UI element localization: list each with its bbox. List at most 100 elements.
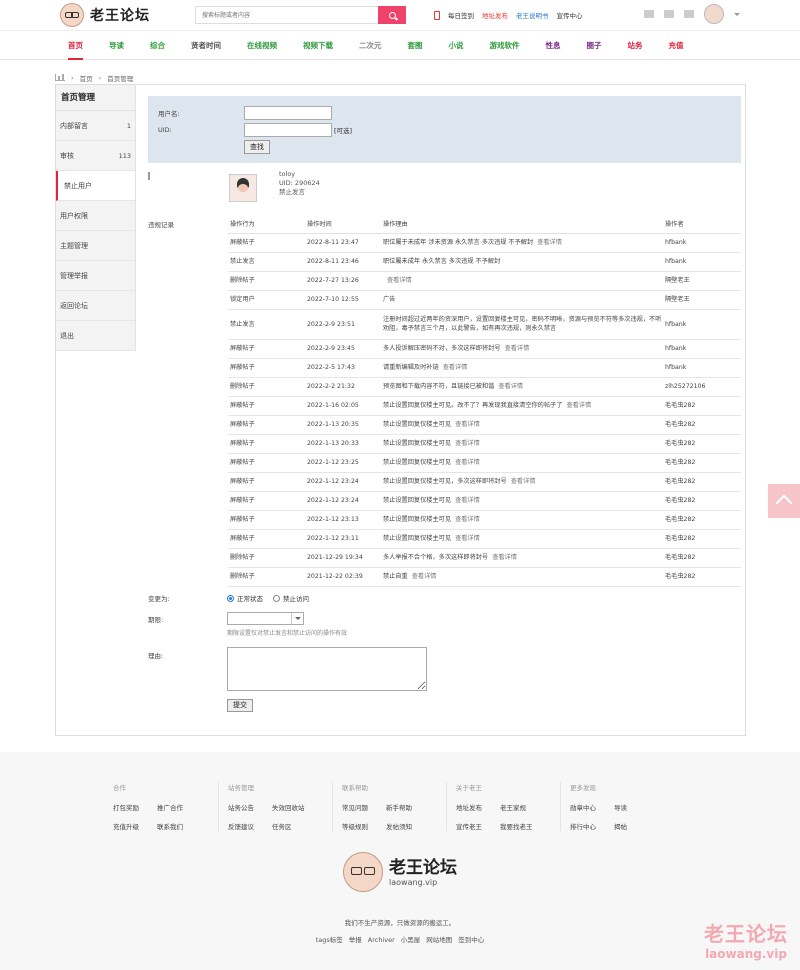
nav-item[interactable]: 小说: [449, 31, 464, 60]
sidebar-item[interactable]: 审核 113: [56, 141, 135, 171]
footer-bottom-link[interactable]: 举报: [349, 936, 362, 944]
breadcrumb-home[interactable]: 首页: [80, 73, 93, 83]
footer-link[interactable]: 发帖须知: [386, 821, 436, 831]
radio-unchecked-icon[interactable]: [273, 595, 280, 602]
breadcrumb-current[interactable]: 首页管理: [107, 73, 133, 83]
table-row: 锁定用户 2022-7-10 12:55 广告 隔壁老王: [228, 290, 741, 310]
nav-item[interactable]: 贤者时间: [191, 31, 221, 60]
nav-item[interactable]: 导读: [109, 31, 124, 60]
footer-link[interactable]: 充值升级: [113, 821, 157, 831]
footer-link[interactable]: 常见问题: [342, 802, 386, 812]
nav-item[interactable]: 圈子: [587, 31, 602, 60]
site-logo[interactable]: 老王论坛: [60, 3, 195, 27]
avatar[interactable]: [704, 4, 724, 24]
footer-link[interactable]: 新手帮助: [386, 802, 436, 812]
view-detail-link[interactable]: 查看详情: [566, 402, 591, 409]
footer-link[interactable]: 推广合作: [157, 802, 207, 812]
record-action: 屏蔽帖子: [228, 233, 305, 253]
nav-item[interactable]: 在线视频: [247, 31, 277, 60]
footer-link[interactable]: 我要找老王: [500, 821, 550, 831]
nav-item[interactable]: 首页: [68, 31, 83, 60]
nav-item[interactable]: 综合: [150, 31, 165, 60]
footer-bottom-link[interactable]: tags标签: [316, 936, 343, 944]
sidebar-item[interactable]: 返回论坛: [56, 291, 135, 321]
period-select[interactable]: [227, 611, 304, 625]
radio-checked-icon[interactable]: [227, 595, 234, 602]
view-detail-link[interactable]: 查看详情: [412, 573, 437, 580]
record-time: 2022-1-16 02:05: [305, 396, 381, 416]
radio-banned[interactable]: 禁止访问: [273, 593, 309, 603]
view-detail-link[interactable]: 查看详情: [455, 459, 480, 466]
footer-link[interactable]: 老王家规: [500, 802, 550, 812]
sidebar-item[interactable]: 用户权限: [56, 201, 135, 231]
footer-link[interactable]: 打包奖励: [113, 802, 157, 812]
uid-input[interactable]: [244, 123, 332, 137]
back-to-top-button[interactable]: [768, 484, 800, 518]
footer-link[interactable]: 反馈建议: [228, 821, 272, 831]
sidebar-item[interactable]: 退出: [56, 321, 135, 351]
mail-icon[interactable]: [664, 10, 674, 18]
chevron-down-icon[interactable]: [291, 612, 303, 624]
nav-item[interactable]: 视频下载: [303, 31, 333, 60]
nav-item[interactable]: 性息: [546, 31, 561, 60]
footer-bottom-link[interactable]: Archiver: [368, 936, 395, 944]
header-link-promo[interactable]: 宣传中心: [557, 10, 583, 20]
sidebar-item[interactable]: 主题管理: [56, 231, 135, 261]
footer-link[interactable]: 揭帖: [614, 821, 664, 831]
view-detail-link[interactable]: 查看详情: [455, 516, 480, 523]
sidebar-item[interactable]: 禁止用户: [56, 171, 135, 201]
record-time: 2022-8-11 23:46: [305, 252, 381, 272]
search-button[interactable]: [378, 6, 406, 24]
view-detail-link[interactable]: 查看详情: [455, 497, 480, 504]
footer-link[interactable]: 站务公告: [228, 802, 272, 812]
view-detail-link[interactable]: 查看详情: [492, 554, 517, 561]
view-detail-link[interactable]: 查看详情: [387, 277, 412, 284]
footer-bottom-link[interactable]: 网站地图: [426, 936, 452, 944]
sidebar-item[interactable]: 管理举报: [56, 261, 135, 291]
footer-link[interactable]: 导读: [614, 802, 664, 812]
nav-item[interactable]: 游戏软件: [490, 31, 520, 60]
view-detail-link[interactable]: 查看详情: [498, 383, 523, 390]
table-row: 屏蔽帖子 2022-8-11 23:47 职位屬于未成年 涉未资源 永久禁言 多次违…: [228, 233, 741, 253]
speaker-icon[interactable]: [644, 10, 654, 18]
footer-link[interactable]: 宣传老王: [456, 821, 500, 831]
radio-normal[interactable]: 正常状态: [227, 593, 263, 603]
header-link-checkin[interactable]: 每日签到: [448, 10, 474, 20]
reason-textarea[interactable]: [227, 646, 427, 691]
footer-link[interactable]: 勋章中心: [570, 802, 614, 812]
footer-link[interactable]: 联系我们: [157, 821, 207, 831]
search-input[interactable]: [195, 6, 378, 24]
view-detail-link[interactable]: 查看详情: [511, 478, 536, 485]
nav-item[interactable]: 二次元: [359, 31, 382, 60]
user-avatar[interactable]: [229, 174, 257, 202]
find-button[interactable]: 查找: [244, 140, 270, 154]
view-detail-link[interactable]: 查看详情: [505, 345, 530, 352]
sidebar-item[interactable]: 内部留言 1: [56, 111, 135, 141]
notification-icon[interactable]: [684, 10, 694, 18]
submit-button[interactable]: 提交: [227, 698, 253, 712]
footer-link[interactable]: 排行中心: [570, 821, 614, 831]
footer-link[interactable]: 任务区: [272, 821, 322, 831]
nav-item[interactable]: 套图: [408, 31, 423, 60]
view-detail-link[interactable]: 查看详情: [537, 239, 562, 246]
nav-item[interactable]: 站务: [628, 31, 643, 60]
chevron-down-icon[interactable]: [734, 12, 740, 16]
view-detail-link[interactable]: 查看详情: [455, 440, 480, 447]
footer-link[interactable]: 地址发布: [456, 802, 500, 812]
header-link-address[interactable]: 地址发布: [482, 10, 508, 20]
view-detail-link[interactable]: 查看详情: [443, 364, 468, 371]
header-link-manual[interactable]: 老王说明书: [516, 10, 549, 20]
footer-bottom-link[interactable]: 签到中心: [458, 936, 484, 944]
user-name[interactable]: toloy: [279, 170, 320, 179]
footer-link[interactable]: 失效回收站: [272, 802, 322, 812]
record-reason-cell: 禁止设置回复仅楼主可见 查看详情: [381, 529, 663, 549]
footer-logo-name: 老王论坛: [389, 857, 457, 878]
footer-link[interactable]: 等级规则: [342, 821, 386, 831]
table-row: 屏蔽帖子 2022-1-12 23:24 禁止设置回复仅楼主可见 查看详情 毛毛虫282: [228, 491, 741, 511]
view-detail-link[interactable]: 查看详情: [455, 535, 480, 542]
table-row: 屏蔽帖子 2022-1-12 23:25 禁止设置回复仅楼主可见 查看详情 毛毛虫282: [228, 453, 741, 473]
nav-item[interactable]: 充值: [669, 31, 684, 60]
view-detail-link[interactable]: 查看详情: [455, 421, 480, 428]
username-input[interactable]: [244, 106, 332, 120]
footer-bottom-link[interactable]: 小黑屋: [401, 936, 421, 944]
